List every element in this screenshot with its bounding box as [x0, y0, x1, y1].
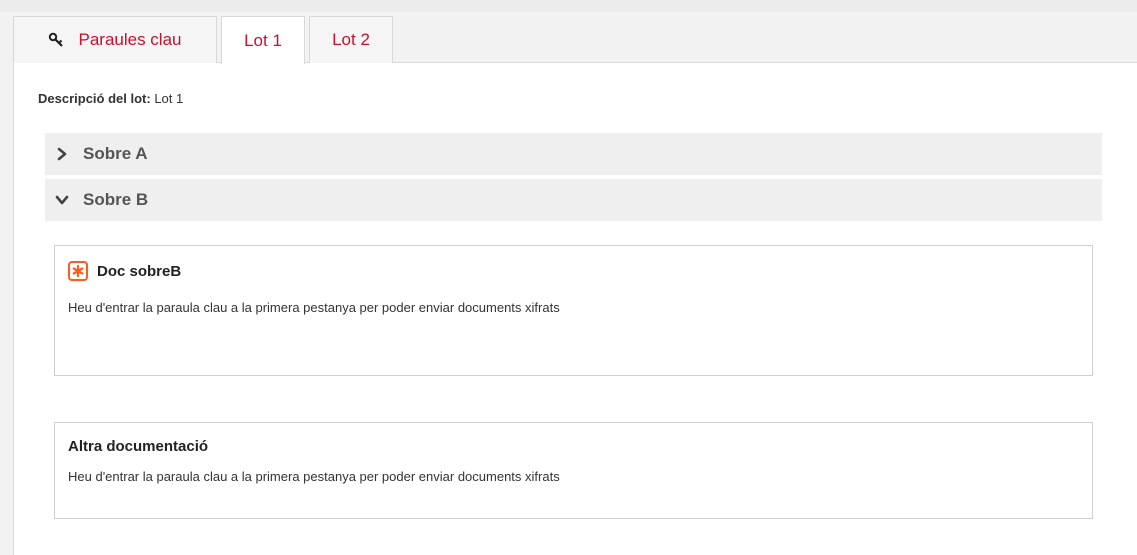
tab-lot-1[interactable]: Lot 1 [221, 16, 305, 64]
lot-description-label: Descripció del lot: [38, 91, 151, 106]
document-message: Heu d'entrar la paraula clau a la primer… [68, 469, 560, 484]
envelope-sobre-a-title: Sobre A [83, 144, 148, 163]
document-card-altra-documentacio: Altra documentació Heu d'entrar la parau… [54, 422, 1093, 519]
top-band [0, 0, 1137, 12]
envelope-sobre-a-header[interactable]: Sobre A [45, 133, 1102, 175]
tab-lot-1-label: Lot 1 [244, 30, 282, 50]
document-title: Altra documentació [68, 438, 209, 455]
document-title-row: Doc sobreB [68, 261, 181, 281]
document-message: Heu d'entrar la paraula clau a la primer… [68, 300, 560, 315]
lot-description: Descripció del lot: Lot 1 [38, 91, 183, 106]
chevron-down-icon [55, 193, 69, 207]
tab-lot-2-label: Lot 2 [332, 30, 370, 49]
required-asterisk-icon [68, 261, 88, 281]
tab-lot-2[interactable]: Lot 2 [309, 16, 393, 63]
tab-bar: Paraules clau Lot 1 Lot 2 [13, 16, 397, 64]
key-icon [48, 31, 66, 49]
document-title-row: Altra documentació [68, 438, 208, 455]
document-title: Doc sobreB [97, 262, 182, 280]
lot-description-value: Lot 1 [154, 91, 184, 106]
envelope-sobre-b-header[interactable]: Sobre B [45, 179, 1102, 221]
chevron-right-icon [55, 147, 69, 161]
tab-keywords[interactable]: Paraules clau [13, 16, 217, 63]
envelope-sobre-b-title: Sobre B [83, 190, 149, 209]
tab-keywords-label: Paraules clau [78, 30, 182, 49]
document-card-doc-sobreb: Doc sobreB Heu d'entrar la paraula clau … [54, 245, 1093, 376]
